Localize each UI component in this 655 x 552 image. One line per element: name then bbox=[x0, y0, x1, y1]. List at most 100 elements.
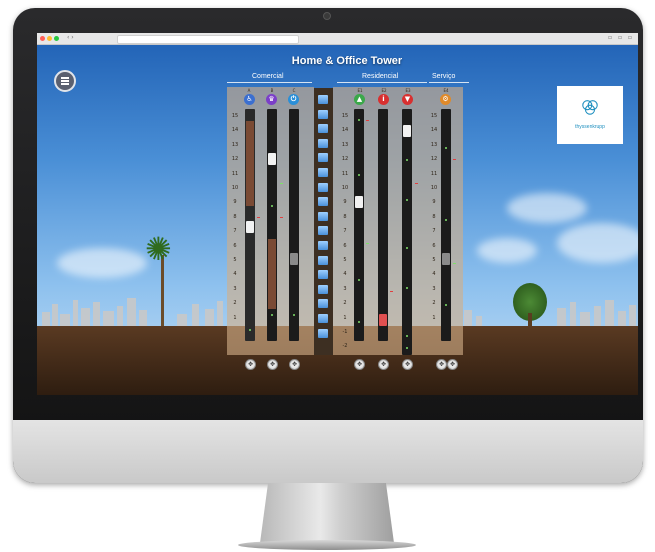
shaft-e5-control-icon[interactable]: ✥ bbox=[447, 359, 458, 370]
status-dot bbox=[406, 159, 408, 161]
stair-step bbox=[318, 255, 328, 265]
elevator-car-e3[interactable] bbox=[403, 125, 411, 137]
shaft-c-control-icon[interactable]: ✥ bbox=[289, 359, 300, 370]
floor-label: 9 bbox=[233, 199, 237, 206]
tools-icon[interactable]: ⚙ bbox=[440, 94, 451, 105]
browser-toolbar: ‹ › ▫ ▫ ▫ bbox=[37, 33, 638, 45]
monitor-chin bbox=[13, 420, 643, 483]
palm-tree-leaves: ✺ bbox=[145, 230, 172, 268]
stair-step bbox=[318, 168, 328, 177]
floor-label: 11 bbox=[430, 170, 438, 177]
info-icon[interactable]: i bbox=[378, 94, 389, 105]
crown-icon[interactable]: ♛ bbox=[266, 94, 277, 105]
monitor-stand bbox=[260, 483, 394, 543]
window-minimize-icon[interactable] bbox=[47, 36, 52, 41]
shaft-b-control-icon[interactable]: ✥ bbox=[267, 359, 278, 370]
shaft-letter-e2: E2 bbox=[381, 88, 387, 93]
logo-icon bbox=[582, 100, 598, 115]
shaft-e1[interactable] bbox=[354, 109, 364, 341]
shaft-e3-control-icon[interactable]: ✥ bbox=[402, 359, 413, 370]
status-dot bbox=[445, 219, 447, 221]
floor-label: 6 bbox=[432, 242, 436, 249]
up-arrow-icon[interactable]: ▲ bbox=[354, 94, 365, 105]
call-indicator bbox=[280, 183, 283, 184]
address-bar[interactable] bbox=[117, 35, 299, 44]
status-dot bbox=[358, 321, 360, 323]
elevator-car-c[interactable] bbox=[290, 253, 298, 265]
hamburger-menu-icon[interactable] bbox=[54, 70, 76, 92]
shaft-e2[interactable] bbox=[378, 109, 388, 341]
elevator-car-b[interactable] bbox=[268, 153, 276, 165]
cloud bbox=[477, 238, 537, 263]
section-divider bbox=[429, 82, 469, 83]
floor-label: 9 bbox=[432, 199, 436, 206]
elevator-car-e2[interactable] bbox=[379, 314, 387, 326]
status-dot bbox=[358, 174, 360, 176]
stair-step bbox=[318, 328, 328, 338]
stair-step bbox=[318, 95, 328, 104]
shaft-c[interactable] bbox=[289, 109, 299, 341]
window-zoom-icon[interactable] bbox=[54, 36, 59, 41]
elevator-car-a[interactable] bbox=[246, 221, 254, 233]
floor-label: 14 bbox=[231, 127, 239, 134]
elevator-car-e4[interactable] bbox=[442, 253, 450, 265]
floor-label: 13 bbox=[430, 141, 438, 148]
call-indicator bbox=[390, 291, 393, 292]
app-screen: ‹ › ▫ ▫ ▫ ✺ Home & Office Tower Comercia… bbox=[37, 33, 638, 395]
section-label-service: Serviço bbox=[432, 73, 456, 80]
floor-label: 12 bbox=[341, 156, 349, 163]
shaft-letter-e3: E3 bbox=[405, 88, 411, 93]
status-dot bbox=[445, 304, 447, 306]
floor-label: 3 bbox=[233, 285, 237, 292]
cloud bbox=[507, 193, 587, 223]
stair-step bbox=[318, 270, 328, 280]
stair-step bbox=[318, 314, 328, 323]
wheelchair-icon[interactable]: ♿ bbox=[244, 94, 255, 105]
window-close-icon[interactable] bbox=[40, 36, 45, 41]
page-title: Home & Office Tower bbox=[291, 55, 403, 67]
floor-label: 10 bbox=[341, 185, 349, 191]
status-dot bbox=[406, 247, 408, 249]
shaft-e3[interactable] bbox=[402, 109, 412, 355]
stair-step bbox=[318, 241, 328, 250]
power-icon[interactable]: ⏻ bbox=[288, 94, 299, 105]
elevator-car-e1[interactable] bbox=[355, 196, 363, 208]
floor-label: 5 bbox=[432, 257, 436, 263]
floor-label: 15 bbox=[231, 113, 239, 119]
down-arrow-icon[interactable]: ▼ bbox=[402, 94, 413, 105]
shaft-a[interactable] bbox=[245, 109, 255, 341]
call-indicator bbox=[280, 217, 283, 218]
floor-label: 15 bbox=[430, 113, 438, 119]
floor-label: 2 bbox=[233, 300, 237, 307]
floor-label: 14 bbox=[430, 127, 438, 134]
browser-back-forward-icon[interactable]: ‹ › bbox=[67, 34, 74, 41]
floor-label: 8 bbox=[233, 213, 237, 220]
shaft-e4-control-icon[interactable]: ✥ bbox=[436, 359, 447, 370]
status-dot bbox=[358, 279, 360, 281]
stair-step bbox=[318, 299, 328, 309]
shaft-b[interactable] bbox=[267, 109, 277, 341]
shaft-b-segment bbox=[268, 239, 276, 309]
logo-text: thyssenkrupp bbox=[575, 124, 605, 130]
shaft-e4[interactable] bbox=[441, 109, 451, 341]
city-skyline-left bbox=[37, 295, 227, 326]
cloud bbox=[57, 248, 147, 278]
shaft-e1-control-icon[interactable]: ✥ bbox=[354, 359, 365, 370]
shaft-e2-control-icon[interactable]: ✥ bbox=[378, 359, 389, 370]
floor-label: 10 bbox=[430, 185, 438, 191]
thyssenkrupp-logo: thyssenkrupp bbox=[557, 86, 623, 144]
floor-label: 1 bbox=[343, 314, 347, 321]
stair-step bbox=[318, 226, 328, 236]
floor-label: 13 bbox=[341, 141, 349, 148]
floor-label: 1 bbox=[432, 314, 436, 321]
shaft-a-control-icon[interactable]: ✥ bbox=[245, 359, 256, 370]
stair-step bbox=[318, 211, 328, 221]
floor-label: 6 bbox=[233, 242, 237, 249]
browser-actions-icon[interactable]: ▫ ▫ ▫ bbox=[608, 34, 634, 41]
camera-icon bbox=[323, 12, 331, 20]
floor-label: 3 bbox=[343, 285, 347, 292]
floor-label: -2 bbox=[342, 343, 348, 350]
stair-step bbox=[318, 197, 328, 207]
stair-step bbox=[318, 153, 328, 163]
shaft-letter-a: A bbox=[247, 88, 251, 93]
